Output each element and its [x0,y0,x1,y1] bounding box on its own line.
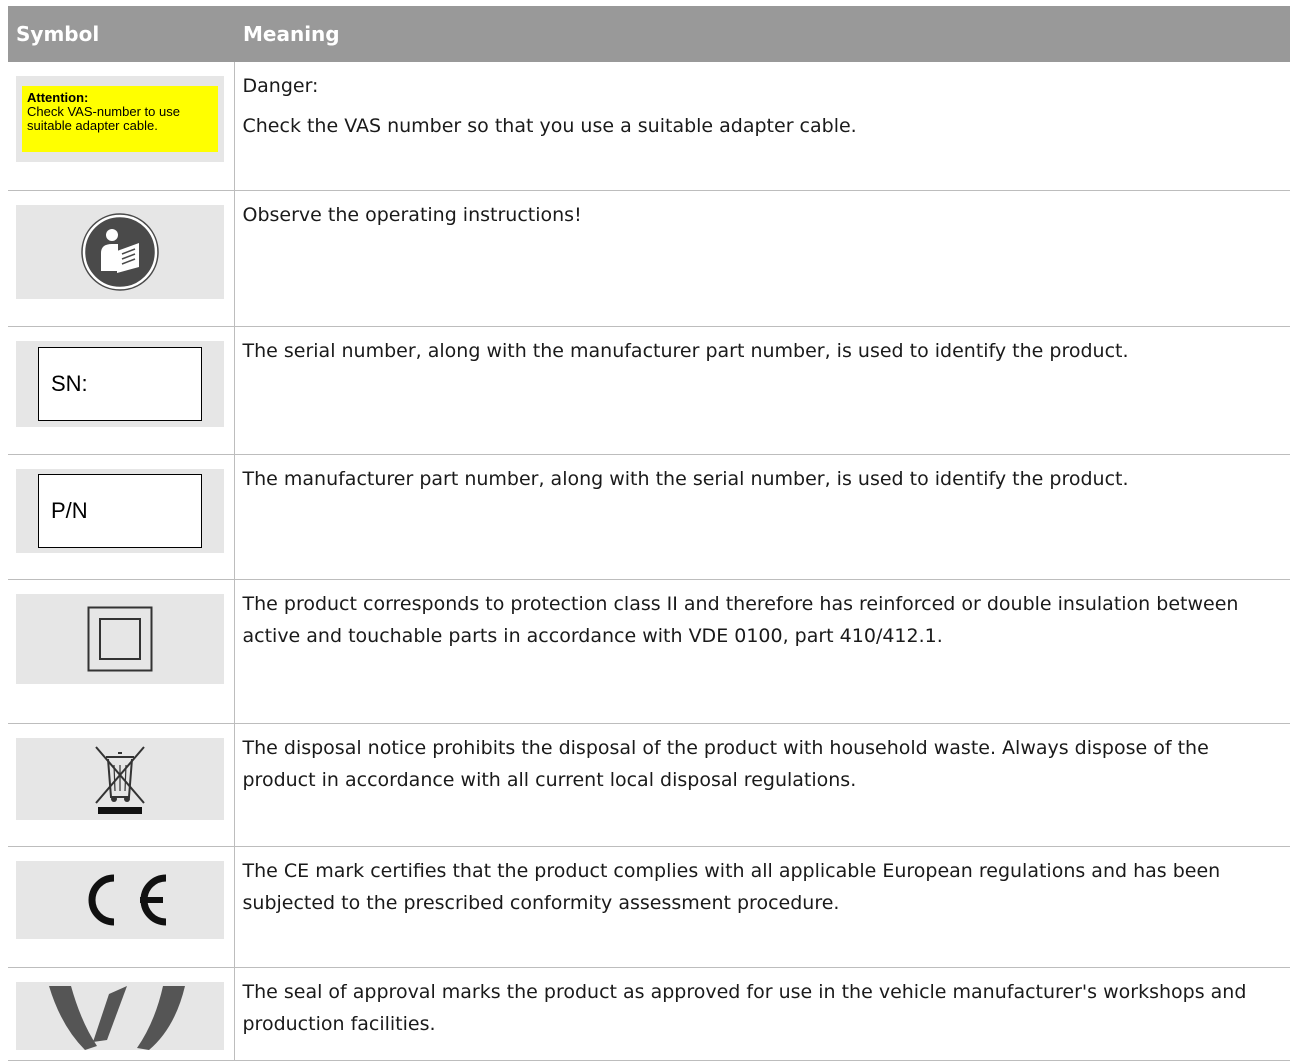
symbol-cell [8,967,235,1061]
part-number-label-icon: P/N [38,474,202,548]
symbol-box: P/N [16,469,224,553]
symbol-table: Symbol Meaning Attention: Check VAS-numb… [8,6,1290,1061]
symbol-cell [8,190,235,327]
symbol-box [16,205,224,299]
table-header-row: Symbol Meaning [8,6,1290,62]
protection-class-ii-icon [87,606,153,672]
meaning-cell: The manufacturer part number, along with… [234,454,1290,580]
meaning-text: The seal of approval marks the product a… [242,981,1247,1035]
symbol-table-wrapper: Symbol Meaning Attention: Check VAS-numb… [8,6,1290,1061]
table-row: SN: The serial number, along with the ma… [8,326,1290,455]
meaning-text: The product corresponds to protection cl… [242,593,1239,647]
table-row: Attention: Check VAS-number to use suita… [8,62,1290,191]
header-meaning: Meaning [234,6,1290,62]
table-row: The disposal notice prohibits the dispos… [8,723,1290,847]
attention-label-icon: Attention: Check VAS-number to use suita… [22,86,218,152]
meaning-cell: Danger: Check the VAS number so that you… [234,62,1290,191]
ce-mark-icon [88,874,167,926]
meaning-cell: The seal of approval marks the product a… [234,967,1290,1061]
table-row: The CE mark certifies that the product c… [8,846,1290,968]
meaning-text: Observe the operating instructions! [242,204,582,226]
meaning-text: The disposal notice prohibits the dispos… [242,737,1209,791]
meaning-text: The manufacturer part number, along with… [242,468,1129,490]
symbol-box [16,594,224,684]
symbol-box: SN: [16,341,224,427]
seal-of-approval-icon [49,986,185,1050]
attention-label-title: Attention: [27,90,89,105]
meaning-text: The serial number, along with the manufa… [242,340,1129,362]
symbol-box [16,861,224,939]
meaning-cell: The CE mark certifies that the product c… [234,846,1290,968]
symbol-cell [8,579,235,724]
symbol-cell: SN: [8,326,235,455]
attention-label-line1: Check VAS-number to use [27,104,180,119]
symbol-box [16,982,224,1050]
meaning-cell: Observe the operating instructions! [234,190,1290,327]
meaning-text: The CE mark certifies that the product c… [242,860,1221,914]
symbol-cell: Attention: Check VAS-number to use suita… [8,62,235,191]
symbol-box [16,738,224,820]
table-row: P/N The manufacturer part number, along … [8,454,1290,580]
weee-crossed-bin-icon [95,746,145,814]
meaning-text: Danger: [242,75,319,97]
meaning-cell: The product corresponds to protection cl… [234,579,1290,724]
meaning-cell: The serial number, along with the manufa… [234,326,1290,455]
operating-instructions-icon [81,213,159,291]
table-row: Observe the operating instructions! [8,190,1290,327]
table-row: The product corresponds to protection cl… [8,579,1290,724]
meaning-text: Check the VAS number so that you use a s… [242,115,857,137]
meaning-cell: The disposal notice prohibits the dispos… [234,723,1290,847]
symbol-cell: P/N [8,454,235,580]
attention-label-line2: suitable adapter cable. [27,118,158,133]
header-symbol: Symbol [8,6,234,62]
symbol-cell [8,723,235,847]
serial-number-label-icon: SN: [38,347,202,421]
table-row: The seal of approval marks the product a… [8,967,1290,1061]
symbol-cell [8,846,235,968]
symbol-box: Attention: Check VAS-number to use suita… [16,76,224,162]
